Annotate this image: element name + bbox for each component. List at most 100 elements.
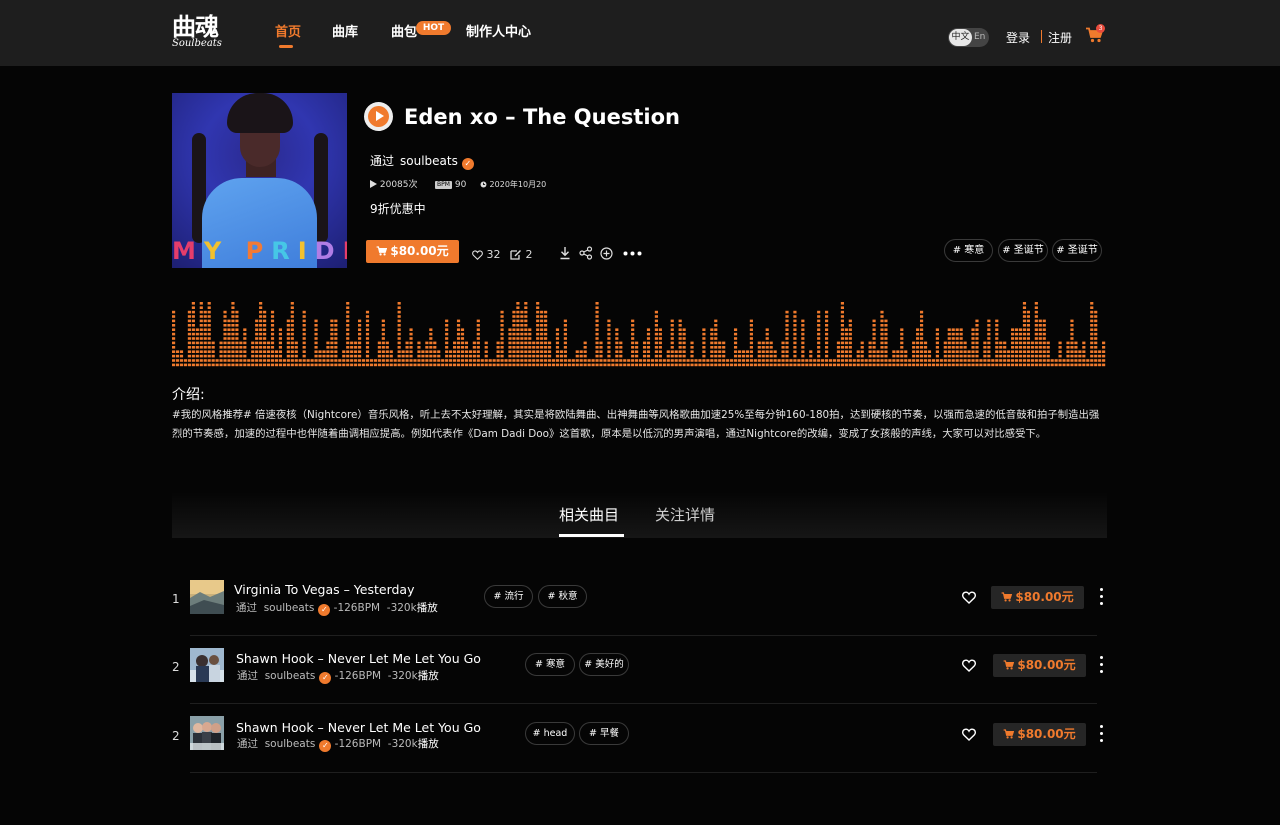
waveform-bar — [1046, 341, 1050, 367]
song-bpm: -126BPM — [333, 602, 381, 614]
tab-follow-details[interactable]: 关注详情 — [655, 505, 715, 525]
song-thumbnail[interactable] — [190, 716, 224, 750]
buy-button[interactable]: $80.00元 — [993, 723, 1086, 746]
waveform-bar — [896, 350, 900, 367]
song-thumbnail[interactable] — [190, 580, 224, 614]
waveform-bar — [916, 328, 920, 367]
waveform-bar — [532, 341, 536, 367]
track-tag[interactable]: # 圣诞节 — [1052, 239, 1102, 262]
artist-name[interactable]: soulbeats — [265, 670, 316, 682]
nav-library[interactable]: 曲库 — [332, 25, 358, 41]
waveform-bar — [350, 341, 354, 367]
waveform-bar — [1007, 350, 1011, 367]
waveform-bar — [207, 302, 211, 367]
waveform-bar — [983, 341, 987, 367]
waveform-bar — [619, 341, 623, 367]
song-title[interactable]: Shawn Hook – Never Let Me Let You Go — [236, 651, 481, 667]
cart-icon — [1003, 729, 1015, 739]
waveform-bar — [567, 359, 571, 367]
more-options-icon[interactable] — [1100, 656, 1104, 674]
waveform-bar — [991, 359, 995, 367]
song-tag[interactable]: # 流行 — [484, 585, 533, 608]
nav-packs[interactable]: 曲包 — [391, 25, 417, 41]
song-bpm: -126BPM — [334, 670, 382, 682]
like-button[interactable]: 32 — [472, 248, 501, 262]
tab-related-tracks[interactable]: 相关曲目 — [559, 505, 619, 525]
row-divider — [190, 703, 1097, 704]
more-options-icon[interactable] — [1100, 725, 1104, 743]
waveform-bar — [433, 341, 437, 367]
soulbeats-logo[interactable]: 曲魂 Soulbeats — [172, 14, 232, 54]
artist-name[interactable]: soulbeats — [264, 602, 315, 614]
heart-icon[interactable] — [962, 728, 976, 741]
waveform-bar — [1050, 359, 1054, 367]
waveform-bar — [923, 341, 928, 367]
song-tag[interactable]: # 美好的 — [579, 653, 629, 676]
heart-icon[interactable] — [962, 659, 976, 672]
nav-home[interactable]: 首页 — [275, 25, 301, 41]
login-link[interactable]: 登录 — [1006, 29, 1030, 46]
buy-button[interactable]: $80.00元 — [366, 240, 459, 263]
waveform-bar — [963, 341, 967, 367]
heart-icon[interactable] — [962, 591, 976, 604]
lang-option-en[interactable]: En — [974, 28, 985, 47]
nav-producer-center[interactable]: 制作人中心 — [466, 25, 531, 41]
waveform-bar — [460, 328, 465, 367]
artist-name[interactable]: soulbeats — [265, 738, 316, 750]
song-thumbnail[interactable] — [190, 648, 224, 682]
song-tag[interactable]: # 早餐 — [579, 722, 629, 745]
waveform-bar — [951, 328, 955, 367]
artist-name[interactable]: soulbeats — [400, 154, 458, 168]
audio-waveform[interactable] — [172, 300, 1106, 368]
comment-button[interactable]: 2 — [510, 248, 533, 262]
language-toggle[interactable]: 中文 En — [948, 28, 989, 47]
song-row[interactable]: 2 Shawn Hook – Never Let Me Let You Go 通… — [172, 636, 1107, 704]
play-word: 播放 — [416, 602, 438, 614]
add-icon[interactable] — [600, 247, 613, 260]
waveform-bar — [757, 341, 761, 367]
play-button[interactable] — [364, 102, 393, 131]
buy-button[interactable]: $80.00元 — [991, 586, 1084, 609]
song-thumbnail-image — [190, 580, 224, 614]
waveform-bar — [880, 310, 884, 367]
buy-button[interactable]: $80.00元 — [993, 654, 1086, 677]
song-row[interactable]: 2 Shawn Hook – Never Let Me Let You Go 通… — [172, 705, 1107, 773]
logo-chinese-text: 曲魂 — [172, 12, 219, 41]
song-row[interactable]: 1 Virginia To Vegas – Yesterday 通过 soulb… — [172, 568, 1107, 636]
waveform-bar — [682, 328, 686, 367]
waveform-bar — [409, 328, 413, 367]
cart-icon — [1003, 660, 1015, 670]
waveform-bar — [413, 359, 417, 367]
waveform-bar — [1094, 310, 1098, 367]
waveform-bar — [828, 359, 833, 367]
share-icon[interactable] — [579, 246, 593, 260]
more-options-icon[interactable] — [1100, 588, 1104, 606]
track-tag[interactable]: # 圣诞节 — [998, 239, 1048, 262]
waveform-bar — [179, 350, 184, 367]
waveform-bar — [559, 350, 564, 367]
more-options-icon[interactable] — [623, 251, 642, 256]
song-tag[interactable]: # head — [525, 722, 575, 745]
waveform-bar — [737, 350, 742, 367]
waveform-bar — [456, 319, 461, 367]
waveform-bar — [825, 310, 829, 367]
lang-option-zh[interactable]: 中文 — [949, 29, 972, 46]
song-title[interactable]: Shawn Hook – Never Let Me Let You Go — [236, 720, 481, 736]
waveform-bar — [975, 319, 979, 367]
song-tag[interactable]: # 寒意 — [525, 653, 575, 676]
song-index: 2 — [172, 729, 180, 743]
waveform-bar — [1011, 328, 1015, 367]
track-tag[interactable]: # 寒意 — [944, 239, 993, 262]
song-tag[interactable]: # 秋意 — [538, 585, 587, 608]
register-link[interactable]: 注册 — [1048, 29, 1072, 46]
song-title[interactable]: Virginia To Vegas – Yesterday — [234, 582, 415, 598]
download-icon[interactable] — [559, 246, 571, 260]
waveform-bar — [931, 359, 936, 367]
waveform-bar — [662, 359, 666, 367]
by-label: 通过 — [237, 670, 258, 682]
waveform-bar — [235, 310, 239, 367]
waveform-bar — [274, 350, 279, 367]
waveform-bar — [856, 350, 860, 367]
waveform-bar — [310, 359, 314, 367]
clock-icon — [480, 181, 487, 188]
